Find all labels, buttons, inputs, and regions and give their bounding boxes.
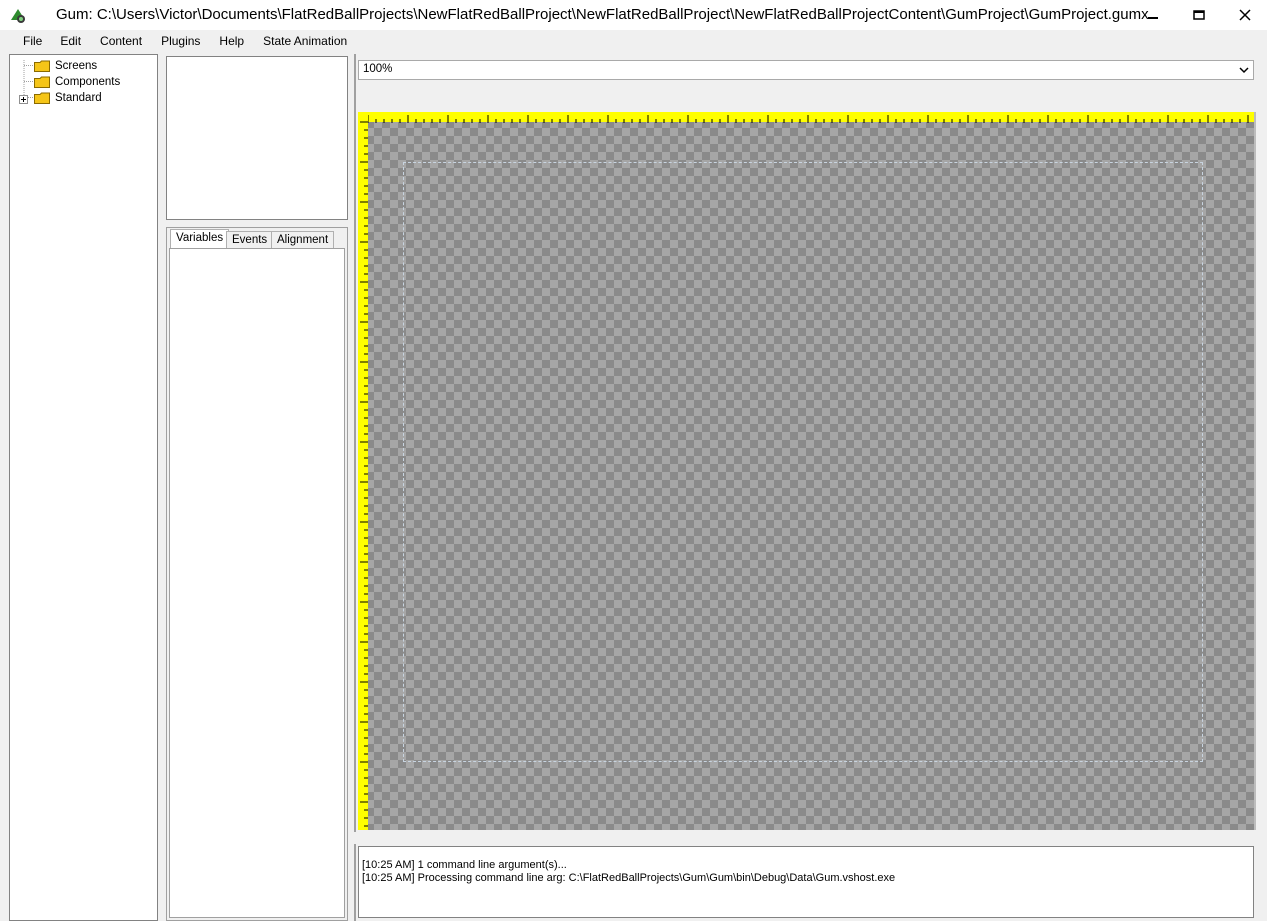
preview-panel [166,56,348,220]
zoom-value: 100% [363,63,393,75]
zoom-dropdown[interactable]: 100% [358,60,1254,80]
folder-icon [34,92,50,104]
tab-alignment[interactable]: Alignment [271,231,335,248]
menu-state-animation[interactable]: State Animation [263,30,347,52]
menu-file[interactable]: File [23,30,42,52]
menu-edit[interactable]: Edit [60,30,81,52]
tree-item-standard[interactable]: Standard [19,90,139,106]
expand-plus-icon[interactable] [19,93,28,104]
title-bar: Gum: C:\Users\Victor\Documents\FlatRedBa… [0,0,1267,30]
horizontal-splitter[interactable] [354,832,1267,844]
canvas-edge [1254,112,1256,830]
horizontal-ruler[interactable] [358,112,1254,123]
folder-icon [34,76,50,88]
output-log[interactable]: [10:25 AM] 1 command line argument(s)...… [358,846,1254,918]
menu-bar: File Edit Content Plugins Help State Ani… [0,30,1267,52]
chevron-down-icon[interactable] [1238,64,1250,76]
tree-item-label: Screens [55,60,98,72]
minimize-button[interactable] [1130,0,1176,30]
project-tree[interactable]: Screens Components Standard [9,54,158,921]
variables-grid[interactable] [169,248,345,918]
tab-variables[interactable]: Variables [170,229,230,249]
tree-item-label: Components [55,76,121,88]
splitter[interactable] [158,54,166,921]
tab-events[interactable]: Events [226,231,274,248]
menu-plugins[interactable]: Plugins [161,30,200,52]
close-button[interactable] [1222,0,1267,30]
window-title: Gum: C:\Users\Victor\Documents\FlatRedBa… [56,6,1149,23]
wireframe-canvas[interactable] [358,112,1254,830]
vertical-ruler[interactable] [358,112,368,830]
tree-item-label: Standard [55,92,102,104]
log-line: [10:25 AM] Processing command line arg: … [362,872,896,884]
maximize-button[interactable] [1176,0,1222,30]
screen-bounds-outline [403,162,1203,762]
menu-help[interactable]: Help [219,30,244,52]
folder-icon [34,60,50,72]
gum-app-icon[interactable] [9,6,27,24]
menu-content[interactable]: Content [100,30,142,52]
log-line: [10:25 AM] 1 command line argument(s)... [362,859,567,871]
properties-panel: Variables Events Alignment [166,227,348,921]
